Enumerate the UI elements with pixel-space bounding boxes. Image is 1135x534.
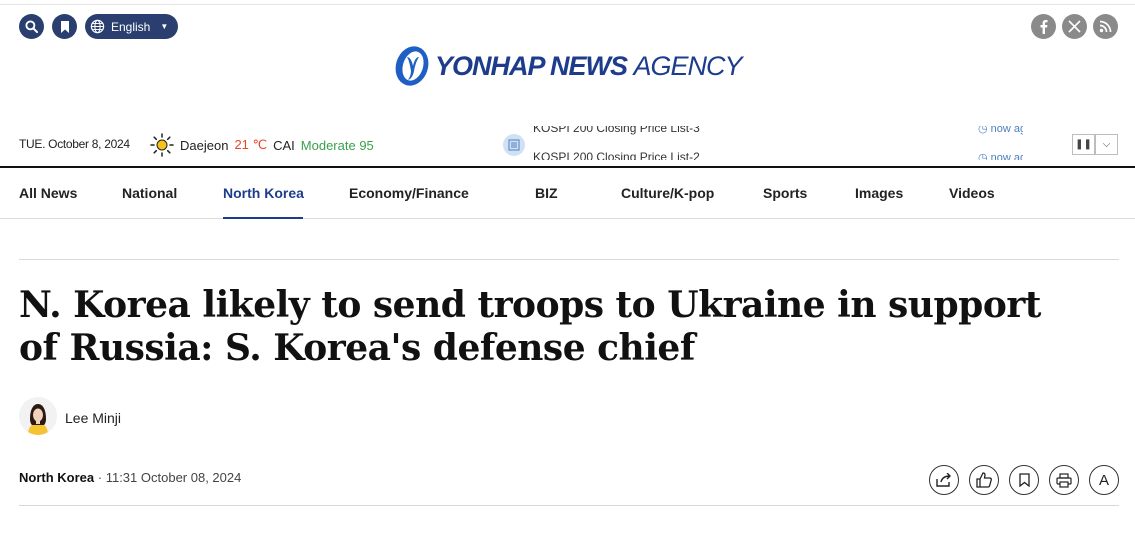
ticker-expand-button[interactable]: ⌵ [1095,134,1118,155]
chevron-down-icon: ▼ [160,22,169,31]
info-bar: TUE. October 8, 2024 Daejeon 21 ℃ CAI Mo… [0,126,1135,166]
list-icon [503,134,525,156]
bookmark-article-button[interactable] [1009,465,1039,495]
share-icon [936,473,951,487]
article-timestamp: 11:31 October 08, 2024 [105,470,242,485]
nav-item-sports[interactable]: Sports [763,185,807,201]
font-size-button[interactable]: A [1089,465,1119,495]
chevron-down-icon: ⌵ [1102,139,1111,150]
cai-value: Moderate 95 [300,137,374,153]
x-button[interactable] [1062,14,1087,39]
print-icon [1056,472,1072,488]
active-nav-indicator [223,217,303,219]
weather-temp: 21 ℃ [234,137,268,152]
author-avatar[interactable] [19,397,57,435]
bookmark-button[interactable] [52,14,77,39]
weather-city: Daejeon [180,137,229,153]
content-divider [19,259,1119,260]
logo-brand-light: AGENCY [633,50,743,81]
print-button[interactable] [1049,465,1079,495]
logo-text: YONHAP NEWS AGENCY [435,50,743,82]
pause-icon: ❚❚ [1075,139,1092,150]
current-date: TUE. October 8, 2024 [19,137,130,151]
sun-icon [150,133,174,157]
thumbs-up-icon [976,472,992,488]
x-icon [1068,20,1081,33]
social-links [1031,14,1118,39]
clock-icon: ◷ [978,152,988,160]
bookmark-icon [1018,473,1030,487]
ticker-item-title[interactable]: KOSPI 200 Closing Price List-2 [533,150,700,160]
main-nav: All News National North Korea Economy/Fi… [0,168,1135,219]
share-button[interactable] [929,465,959,495]
language-selector[interactable]: English ▼ [85,14,179,39]
meta-separator: · [97,470,106,485]
cai-label: CAI [273,137,295,153]
nav-item-biz[interactable]: BIZ [535,185,558,201]
ticker-item-title[interactable]: KOSPI 200 Closing Price List-3 [533,126,700,135]
ticker-item-time-text: now ago [990,126,1023,135]
clock-icon: ◷ [978,126,988,135]
nav-item-national[interactable]: National [122,185,177,201]
nav-item-economy-finance[interactable]: Economy/Finance [349,185,469,201]
nav-item-culture-kpop[interactable]: Culture/K-pop [621,185,714,201]
ticker-item-time-text: now ago [990,152,1023,160]
facebook-button[interactable] [1031,14,1056,39]
ticker-item-time: ◷ now ago [978,151,1023,160]
site-logo[interactable]: YONHAP NEWS AGENCY [393,44,743,88]
language-label: English [111,19,151,34]
article-tools: A [929,465,1119,495]
rss-button[interactable] [1093,14,1118,39]
font-size-icon: A [1098,471,1109,489]
author-name[interactable]: Lee Minji [65,410,121,426]
nav-item-images[interactable]: Images [855,185,903,201]
facebook-icon [1040,20,1048,34]
utility-bar: English ▼ [19,14,179,39]
globe-icon [90,19,105,34]
search-icon [25,20,38,33]
ticker-item-time: ◷ now ago [978,126,1023,135]
logo-brand-bold: YONHAP NEWS [435,50,628,81]
news-ticker[interactable]: KOSPI 200 Closing Price List-3 ◷ now ago… [503,126,1023,160]
rss-icon [1099,20,1112,33]
like-button[interactable] [969,465,999,495]
nav-item-all-news[interactable]: All News [19,185,77,201]
article-headline: N. Korea likely to send troops to Ukrain… [19,284,1041,369]
weather-widget[interactable]: Daejeon 21 ℃ CAI Moderate 95 [150,133,374,157]
nav-item-videos[interactable]: Videos [949,185,995,201]
yonhap-logo-icon [395,46,429,86]
bookmark-icon [60,20,69,33]
search-button[interactable] [19,14,44,39]
nav-item-north-korea[interactable]: North Korea [223,185,304,201]
article-category[interactable]: North Korea [19,470,94,485]
top-divider [0,4,1135,5]
ticker-pause-button[interactable]: ❚❚ [1072,134,1095,155]
article-meta: North Korea · 11:31 October 08, 2024 [19,470,241,485]
meta-divider [19,505,1119,506]
